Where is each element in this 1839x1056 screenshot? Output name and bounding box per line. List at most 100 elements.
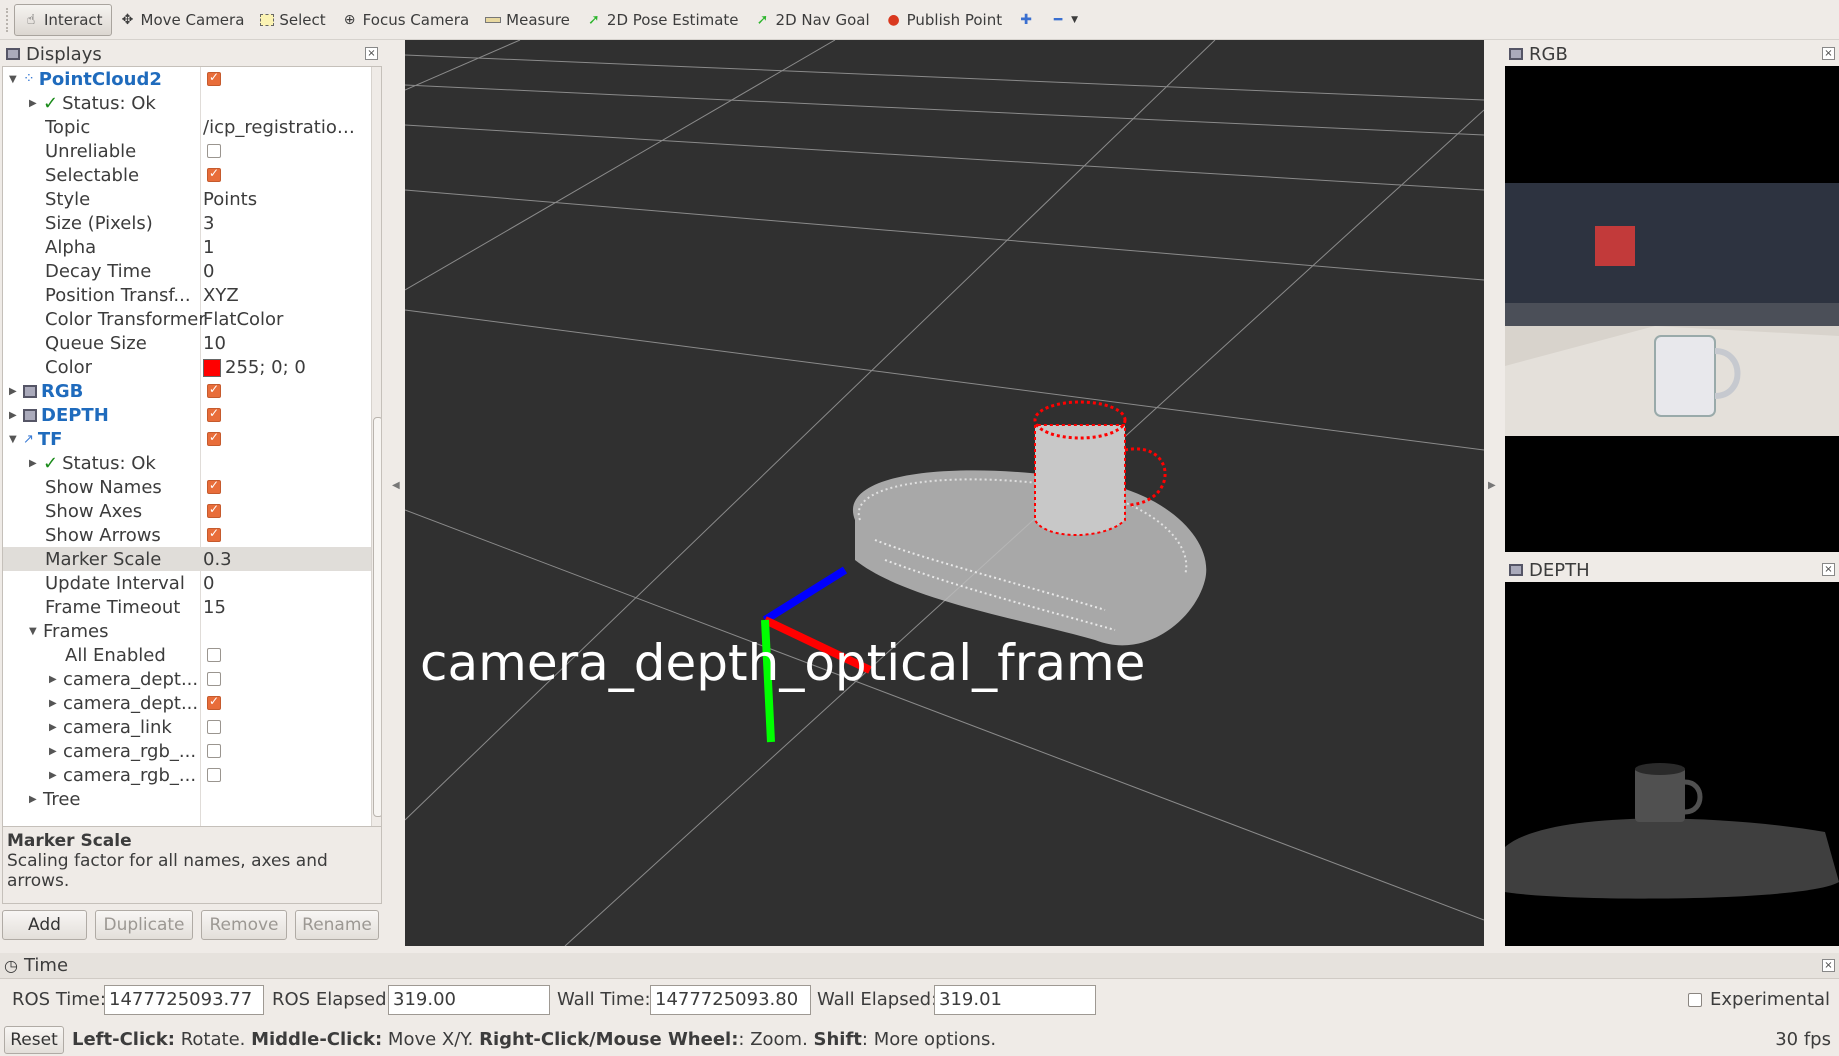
measure-tool-button[interactable]: Measure <box>477 4 578 36</box>
frame-checkbox[interactable] <box>207 672 221 686</box>
rename-button[interactable]: Rename <box>295 910 379 940</box>
expand-arrow-icon[interactable]: ▶ <box>29 458 39 469</box>
enabled-checkbox[interactable] <box>207 406 221 422</box>
wall-elapsed-field[interactable]: 319.01 <box>934 985 1096 1015</box>
focus-camera-tool-button[interactable]: ⊕ Focus Camera <box>334 4 477 36</box>
prop-value[interactable]: 15 <box>203 597 363 618</box>
prop-row-size[interactable]: Size (Pixels) 3 <box>3 211 381 235</box>
prop-value[interactable]: FlatColor <box>203 309 363 330</box>
splitter-right-icon[interactable]: ▶ <box>1488 480 1496 491</box>
frame-row[interactable]: ▶ camera_dept... <box>3 691 381 715</box>
experimental-checkbox[interactable] <box>1688 993 1702 1007</box>
tree-row-depth[interactable]: ▶ DEPTH <box>3 403 381 427</box>
expand-arrow-icon[interactable]: ▶ <box>29 98 39 109</box>
enabled-checkbox[interactable] <box>207 382 221 398</box>
prop-row-queue-size[interactable]: Queue Size 10 <box>3 331 381 355</box>
pose-estimate-tool-button[interactable]: ➚ 2D Pose Estimate <box>578 4 747 36</box>
close-icon[interactable]: × <box>1822 959 1835 972</box>
tree-row-rgb[interactable]: ▶ RGB <box>3 379 381 403</box>
scrollbar-thumb[interactable] <box>373 417 381 817</box>
remove-tool-button[interactable]: ━ ▼ <box>1042 4 1086 36</box>
select-tool-button[interactable]: Select <box>252 4 333 36</box>
frame-checkbox[interactable] <box>207 694 221 710</box>
prop-value[interactable]: 255; 0; 0 <box>203 357 363 378</box>
prop-row-update-interval[interactable]: Update Interval 0 <box>3 571 381 595</box>
prop-row-show-arrows[interactable]: Show Arrows <box>3 523 381 547</box>
close-icon[interactable]: × <box>365 47 378 60</box>
prop-row-frame-timeout[interactable]: Frame Timeout 15 <box>3 595 381 619</box>
toolbar-grip[interactable] <box>6 7 10 32</box>
prop-row-show-axes[interactable]: Show Axes <box>3 499 381 523</box>
prop-row-decay-time[interactable]: Decay Time 0 <box>3 259 381 283</box>
add-button[interactable]: Add <box>2 910 87 940</box>
prop-row-show-names[interactable]: Show Names <box>3 475 381 499</box>
expand-arrow-icon[interactable]: ▶ <box>9 410 19 421</box>
prop-value[interactable]: 0.3 <box>203 549 363 570</box>
prop-value[interactable]: 0 <box>203 261 363 282</box>
prop-row-all-enabled[interactable]: All Enabled <box>3 643 381 667</box>
tree-scrollbar[interactable] <box>371 67 381 860</box>
tree-row-status[interactable]: ▶ ✓ Status: Ok <box>3 91 381 115</box>
prop-row-style[interactable]: Style Points <box>3 187 381 211</box>
remove-button[interactable]: Remove <box>201 910 287 940</box>
add-tool-button[interactable]: ✚ <box>1010 4 1042 36</box>
ros-elapsed-field[interactable]: 319.00 <box>388 985 550 1015</box>
expand-arrow-icon[interactable]: ▼ <box>29 626 39 637</box>
tree-row-tf[interactable]: ▼ ↗ TF <box>3 427 381 451</box>
prop-row-marker-scale[interactable]: Marker Scale 0.3 <box>3 547 381 571</box>
wall-time-field[interactable]: 1477725093.80 <box>650 985 811 1015</box>
frame-row[interactable]: ▶ camera_dept... <box>3 667 381 691</box>
expand-arrow-icon[interactable]: ▶ <box>49 770 59 781</box>
prop-row-selectable[interactable]: Selectable <box>3 163 381 187</box>
prop-value[interactable]: 3 <box>203 213 363 234</box>
splitter-left-icon[interactable]: ◀ <box>392 480 400 491</box>
prop-row-color[interactable]: Color 255; 0; 0 <box>3 355 381 379</box>
interact-tool-button[interactable]: ☝ Interact <box>14 3 112 36</box>
prop-row-color-transformer[interactable]: Color Transformer FlatColor <box>3 307 381 331</box>
close-icon[interactable]: × <box>1822 563 1835 576</box>
expand-arrow-icon[interactable]: ▶ <box>49 674 59 685</box>
prop-row-alpha[interactable]: Alpha 1 <box>3 235 381 259</box>
frame-checkbox[interactable] <box>207 720 221 734</box>
expand-arrow-icon[interactable]: ▶ <box>29 794 39 805</box>
expand-arrow-icon[interactable]: ▼ <box>9 434 19 445</box>
prop-value[interactable]: 1 <box>203 237 363 258</box>
show-arrows-checkbox[interactable] <box>207 526 221 542</box>
unreliable-checkbox[interactable] <box>207 144 221 158</box>
prop-value[interactable]: 10 <box>203 333 363 354</box>
all-enabled-checkbox[interactable] <box>207 648 221 662</box>
prop-row-unreliable[interactable]: Unreliable <box>3 139 381 163</box>
prop-row-position-transformer[interactable]: Position Transf... XYZ <box>3 283 381 307</box>
tree-row-tf-status[interactable]: ▶ ✓ Status: Ok <box>3 451 381 475</box>
color-swatch[interactable] <box>203 358 221 377</box>
expand-arrow-icon[interactable]: ▶ <box>49 698 59 709</box>
expand-arrow-icon[interactable]: ▼ <box>9 74 19 85</box>
prop-row-topic[interactable]: Topic /icp_registration... <box>3 115 381 139</box>
reset-button[interactable]: Reset <box>4 1026 64 1054</box>
expand-arrow-icon[interactable]: ▶ <box>49 722 59 733</box>
prop-value[interactable]: XYZ <box>203 285 363 306</box>
publish-point-tool-button[interactable]: ● Publish Point <box>878 4 1010 36</box>
show-axes-checkbox[interactable] <box>207 502 221 518</box>
duplicate-button[interactable]: Duplicate <box>95 910 193 940</box>
tree-row-pointcloud2[interactable]: ▼ ⁘ PointCloud2 <box>3 67 381 91</box>
tree-row-frames[interactable]: ▼ Frames <box>3 619 381 643</box>
prop-value[interactable]: /icp_registration... <box>203 117 363 138</box>
prop-value[interactable]: 0 <box>203 573 363 594</box>
prop-value[interactable]: Points <box>203 189 363 210</box>
ros-time-field[interactable]: 1477725093.77 <box>104 985 264 1015</box>
move-camera-tool-button[interactable]: ✥ Move Camera <box>112 4 253 36</box>
frame-row[interactable]: ▶ camera_rgb_... <box>3 739 381 763</box>
frame-checkbox[interactable] <box>207 744 221 758</box>
expand-arrow-icon[interactable]: ▶ <box>49 746 59 757</box>
enabled-checkbox[interactable] <box>207 430 221 446</box>
frame-row[interactable]: ▶ camera_rgb_... <box>3 763 381 787</box>
nav-goal-tool-button[interactable]: ➚ 2D Nav Goal <box>747 4 878 36</box>
enabled-checkbox[interactable] <box>207 70 221 86</box>
frame-checkbox[interactable] <box>207 768 221 782</box>
show-names-checkbox[interactable] <box>207 478 221 494</box>
close-icon[interactable]: × <box>1822 47 1835 60</box>
tree-row-tree[interactable]: ▶ Tree <box>3 787 381 811</box>
render-view[interactable]: camera_depth_optical_frame <box>405 40 1484 946</box>
expand-arrow-icon[interactable]: ▶ <box>9 386 19 397</box>
